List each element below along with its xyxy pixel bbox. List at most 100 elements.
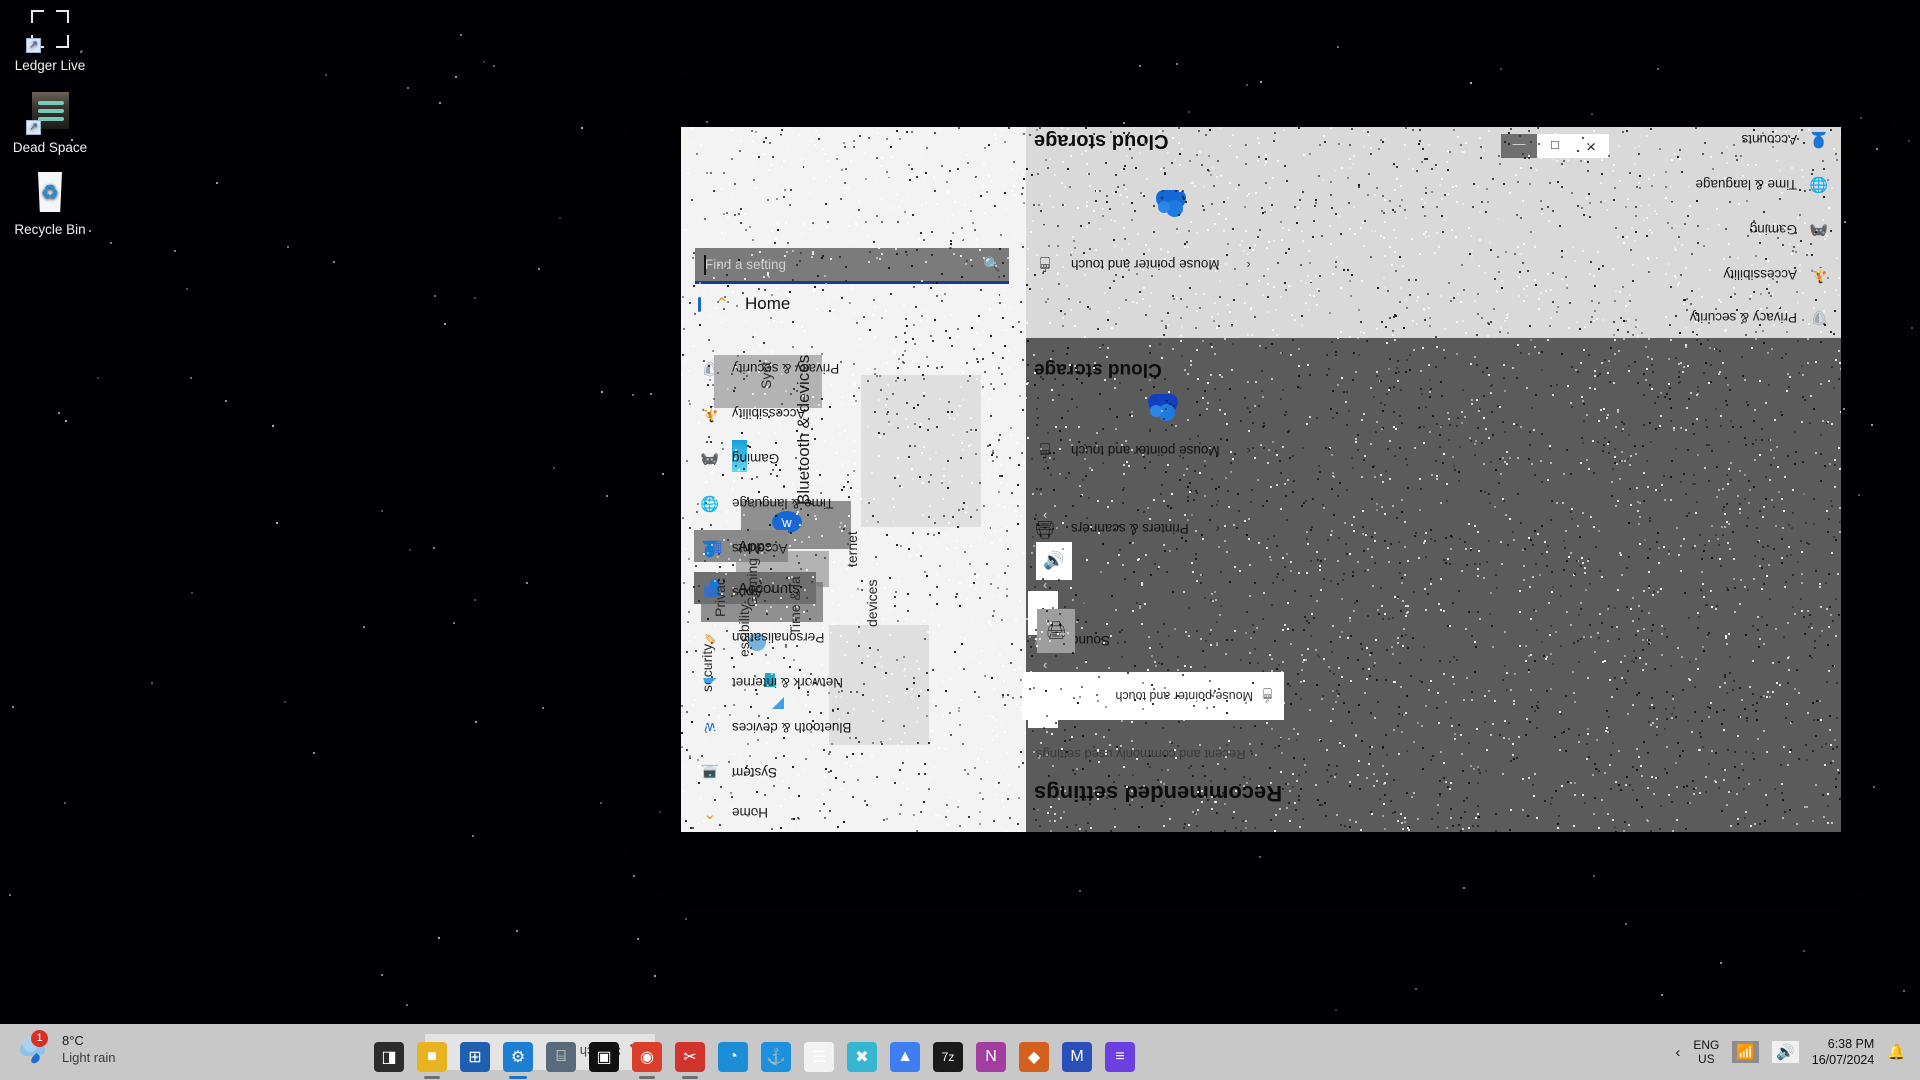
bell-icon[interactable]: 🔔 (1887, 1043, 1906, 1061)
taskbar-icon-mirror-app[interactable]: M (1060, 1040, 1094, 1074)
taskbar-icon-calculator[interactable]: ⌸ (544, 1040, 578, 1074)
flipped-sidebar-nav[interactable]: Home ⌃ System 💻 Bluetooth & devices w Ne… (681, 277, 1026, 832)
nav-item-home[interactable]: Home ⌃ (699, 802, 768, 824)
nav-item-apps[interactable]: Apps ▦ (699, 582, 763, 604)
nav-label: Bluetooth & devices (732, 721, 851, 736)
taskbar-icon-snipping-tool[interactable]: ✂ (673, 1040, 707, 1074)
nav-label: Apps (732, 586, 763, 601)
desktop-icon-recycle-bin[interactable]: ♻ Recycle Bin (2, 170, 98, 238)
app-glyph: ◆ (1019, 1042, 1049, 1072)
taskbar[interactable]: 1 8°C Light rain 🔍 Search ◨■⊞⚙⌸▣◉✂◔⚓☰✖▲7… (0, 1024, 1920, 1080)
row-label: Printers & scanners (1071, 522, 1189, 537)
settings-window[interactable]: ✕ □ — 🛡 Privacy & security ⛹ Accessibili… (681, 127, 1841, 832)
nav-label: Personalisation (732, 631, 824, 646)
weather-condition: Light rain (62, 1049, 115, 1066)
nav-label: Network & internet (732, 676, 843, 691)
recommended-settings-heading: Recommended settings (1034, 780, 1282, 806)
flipped-content-layer[interactable]: Recommended settings Recent and commonly… (1026, 338, 1841, 832)
personalisation-icon: ✎ (699, 627, 721, 649)
desktop-icon-dead-space[interactable]: ↗ Dead Space (2, 88, 98, 156)
ledger-live-icon: ↗ (27, 6, 73, 52)
printer-icon-card[interactable]: 🖨 (1037, 609, 1075, 653)
clock-time: 6:38 PM (1828, 1037, 1875, 1051)
nav-label: Gaming (732, 452, 779, 467)
wifi-icon[interactable]: 📶 (1732, 1041, 1759, 1063)
shortcut-badge: ↗ (26, 120, 41, 135)
nav-item-gaming[interactable]: Gaming 🎮 (699, 448, 779, 470)
recycle-bin-icon: ♻ (27, 170, 73, 216)
search-input[interactable]: Find a setting (695, 257, 975, 272)
nav-item-accessibility[interactable]: Accessibility ⛹ (699, 403, 806, 425)
text-caret (704, 255, 706, 275)
language-line-2: US (1698, 1052, 1715, 1066)
nav-item-time-language[interactable]: Time & language 🌐 (699, 493, 834, 515)
row-printers-scanners[interactable]: ‹ Printers & scanners 🖨 (1032, 516, 1220, 542)
desktop-icon-label: Dead Space (2, 140, 98, 156)
nav-label: System (732, 766, 777, 781)
cloud-storage-heading: Cloud storage (1034, 129, 1168, 152)
taskbar-icon-microsoft-store[interactable]: ⊞ (458, 1040, 492, 1074)
chevron-up-icon[interactable]: ‹ (1675, 1044, 1680, 1061)
desktop[interactable]: ↗ Ledger Live ↗ Dead Space ♻ Recycle Bin… (0, 0, 1920, 1080)
bluetooth-icon: w (699, 717, 721, 739)
app-glyph: N (976, 1042, 1006, 1072)
sound-icon-card[interactable]: 🔊 (1036, 542, 1072, 580)
app-glyph: ▣ (589, 1042, 619, 1072)
taskbar-icon-notepad[interactable]: ☰ (802, 1040, 836, 1074)
nav-item-system[interactable]: System 💻 (699, 762, 777, 784)
language-indicator[interactable]: ENG US (1693, 1038, 1719, 1066)
mouse-pointer-icon: 🖱 (1032, 252, 1058, 278)
nav-label: Time & language (732, 497, 834, 512)
taskbar-icon-office-app[interactable]: ◆ (1017, 1040, 1051, 1074)
taskbar-icon-windows-explorer-yellow[interactable]: ■ (415, 1040, 449, 1074)
taskbar-icon-microsoft-edge[interactable]: ◔ (716, 1040, 750, 1074)
desktop-icon-ledger-live[interactable]: ↗ Ledger Live (2, 6, 98, 74)
taskbar-icon-terminal[interactable]: ▣ (587, 1040, 621, 1074)
floating-card-mouse-pointer-touch[interactable]: 🖱 Mouse pointer and touch (1022, 672, 1284, 720)
taskbar-icon-settings[interactable]: ⚙ (501, 1040, 535, 1074)
taskbar-icon-purple-app[interactable]: ≡ (1103, 1040, 1137, 1074)
shield-icon: 🛡 (699, 358, 721, 380)
volume-icon[interactable]: 🔊 (1772, 1041, 1799, 1063)
home-icon: ⌃ (699, 802, 721, 824)
nav-item-bluetooth-devices[interactable]: Bluetooth & devices w (699, 717, 851, 739)
running-indicator (509, 1076, 527, 1079)
taskbar-icon-xampp[interactable]: ✖ (845, 1040, 879, 1074)
weather-temperature: 8°C (62, 1032, 115, 1049)
nav-item-privacy-security[interactable]: Privacy & security 🛡 (699, 358, 839, 380)
row-mouse-pointer-touch[interactable]: ‹ Mouse pointer and touch 🖱 (1032, 438, 1251, 464)
app-glyph: M (1062, 1042, 1092, 1072)
app-glyph: ☰ (804, 1042, 834, 1072)
chevron-left-icon: ‹ (1216, 522, 1220, 536)
taskbar-icon-google-chrome[interactable]: ◉ (630, 1040, 664, 1074)
system-tray[interactable]: ‹ ENG US 📶 🔊 6:38 PM 16/07/2024 🔔 (1675, 1032, 1906, 1072)
cloud-icon (1156, 190, 1186, 210)
taskbar-icon-onenote[interactable]: N (974, 1040, 1008, 1074)
app-glyph: ▲ (890, 1042, 920, 1072)
nav-item-accounts[interactable]: Accounts 👤 (699, 538, 788, 560)
row-mouse-pointer-touch-top[interactable]: ‹ Mouse pointer and touch 🖱 (1032, 252, 1251, 278)
chevron-left-icon: ‹ (1043, 507, 1047, 522)
app-glyph: ◉ (632, 1042, 662, 1072)
accounts-icon: 👤 (699, 538, 721, 560)
recommended-settings-subheading: Recent and commonly used settings (1036, 747, 1246, 762)
running-indicator (682, 1076, 698, 1079)
nav-item-network-internet[interactable]: Network & internet ☁ (699, 672, 843, 694)
nav-label: Accounts (732, 542, 788, 557)
taskbar-icon-nordvpn[interactable]: ▲ (888, 1040, 922, 1074)
clock[interactable]: 6:38 PM 16/07/2024 (1812, 1036, 1875, 1068)
taskbar-icon-file-explorer[interactable]: ◨ (372, 1040, 406, 1074)
weather-widget[interactable]: 1 8°C Light rain (18, 1032, 115, 1066)
app-glyph: ⌸ (546, 1042, 576, 1072)
taskbar-icon-docker[interactable]: ⚓ (759, 1040, 793, 1074)
accessibility-icon: ⛹ (699, 403, 721, 425)
nav-item-personalisation[interactable]: Personalisation ✎ (699, 627, 824, 649)
running-indicator (424, 1076, 440, 1079)
nav-label: Privacy & security (732, 362, 839, 377)
taskbar-app-icons[interactable]: ◨ ■ ⊞ ⚙ ⌸ ▣ ◉ ✂ ◔ ⚓ ☰ ✖ ▲ 7z N ◆ M ≡ (372, 1032, 1137, 1074)
app-glyph: 7z (933, 1042, 963, 1072)
taskbar-icon-seven-zip[interactable]: 7z (931, 1040, 965, 1074)
app-glyph: ⊞ (460, 1042, 490, 1072)
apps-icon: ▦ (699, 582, 721, 604)
app-glyph: ◨ (374, 1042, 404, 1072)
